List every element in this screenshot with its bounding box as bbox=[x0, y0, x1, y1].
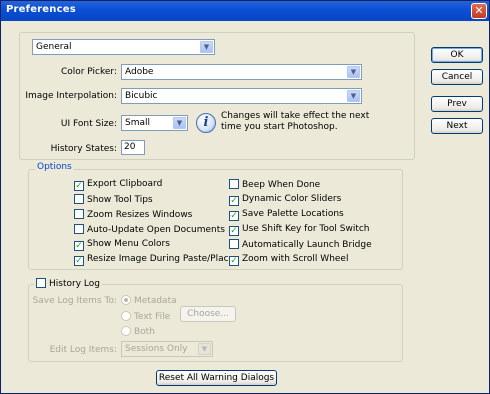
option-auto-update-open-documents[interactable]: Auto-Update Open Documents bbox=[74, 224, 225, 236]
option-label: Resize Image During Paste/Place bbox=[87, 254, 235, 264]
option-label: Automatically Launch Bridge bbox=[242, 240, 372, 250]
option-label: Use Shift Key for Tool Switch bbox=[242, 224, 370, 234]
option-label: Show Menu Colors bbox=[87, 239, 170, 249]
radio-label: Text File bbox=[134, 312, 171, 322]
checkbox[interactable] bbox=[74, 209, 84, 219]
checkmark-icon: ✓ bbox=[230, 226, 238, 236]
image-interpolation-value: Bicubic bbox=[125, 91, 158, 101]
ui-font-size-label: UI Font Size: bbox=[60, 119, 117, 129]
radio-metadata[interactable]: Metadata bbox=[121, 295, 177, 307]
checkmark-icon: ✓ bbox=[75, 181, 83, 191]
section-dropdown[interactable]: General ▼ bbox=[32, 39, 215, 55]
option-zoom-with-scroll-wheel[interactable]: ✓ Zoom with Scroll Wheel bbox=[229, 254, 348, 266]
checkmark-icon: ✓ bbox=[75, 256, 83, 266]
prev-button[interactable]: Prev bbox=[431, 96, 483, 112]
edit-log-items-value: Sessions Only bbox=[125, 344, 188, 354]
option-zoom-resizes-windows[interactable]: Zoom Resizes Windows bbox=[74, 209, 192, 221]
chevron-down-icon[interactable]: ▼ bbox=[200, 41, 213, 53]
checkbox[interactable] bbox=[229, 179, 239, 189]
save-log-items-label: Save Log Items To: bbox=[32, 296, 117, 306]
image-interpolation-dropdown[interactable]: Bicubic ▼ bbox=[121, 88, 362, 104]
option-show-menu-colors[interactable]: ✓ Show Menu Colors bbox=[74, 239, 170, 251]
choose-button[interactable]: Choose... bbox=[180, 306, 236, 322]
checkmark-icon: ✓ bbox=[75, 241, 83, 251]
option-label: Show Tool Tips bbox=[87, 195, 153, 205]
checkmark-icon: ✓ bbox=[230, 256, 238, 266]
chevron-down-icon[interactable]: ▼ bbox=[198, 343, 211, 355]
option-use-shift-key-tool-switch[interactable]: ✓ Use Shift Key for Tool Switch bbox=[229, 224, 370, 236]
checkbox[interactable] bbox=[229, 239, 239, 249]
chevron-down-icon[interactable]: ▼ bbox=[347, 66, 360, 78]
checkbox[interactable]: ✓ bbox=[74, 181, 84, 191]
option-label: Save Palette Locations bbox=[242, 209, 344, 219]
radio-button[interactable] bbox=[121, 326, 131, 336]
ui-font-size-value: Small bbox=[125, 118, 150, 128]
radio-label: Both bbox=[134, 327, 155, 337]
option-label: Auto-Update Open Documents bbox=[87, 225, 225, 235]
image-interpolation-label: Image Interpolation: bbox=[25, 91, 117, 101]
checkmark-icon: ✓ bbox=[230, 196, 238, 206]
option-label: Dynamic Color Sliders bbox=[242, 194, 342, 204]
font-size-note: Changes will take effect the next time y… bbox=[221, 111, 369, 133]
ok-button[interactable]: OK bbox=[431, 47, 483, 63]
history-states-label: History States: bbox=[50, 144, 117, 154]
info-icon: i bbox=[196, 113, 216, 133]
history-log-toggle[interactable]: History Log bbox=[34, 278, 102, 290]
title-bar[interactable]: Preferences ✕ bbox=[1, 1, 489, 21]
checkbox[interactable]: ✓ bbox=[229, 256, 239, 266]
radio-button[interactable] bbox=[121, 311, 131, 321]
radio-label: Metadata bbox=[134, 296, 177, 306]
chevron-down-icon[interactable]: ▼ bbox=[347, 90, 360, 102]
font-size-note-line1: Changes will take effect the next bbox=[221, 111, 370, 121]
radio-button[interactable] bbox=[121, 295, 131, 305]
checkbox[interactable]: ✓ bbox=[229, 196, 239, 206]
option-export-clipboard[interactable]: ✓ Export Clipboard bbox=[74, 179, 162, 191]
edit-log-items-label: Edit Log Items: bbox=[49, 345, 117, 355]
options-legend: Options bbox=[35, 162, 74, 172]
history-log-label: History Log bbox=[49, 279, 100, 289]
cancel-button[interactable]: Cancel bbox=[431, 69, 483, 85]
option-dynamic-color-sliders[interactable]: ✓ Dynamic Color Sliders bbox=[229, 194, 341, 206]
option-beep-when-done[interactable]: Beep When Done bbox=[229, 179, 320, 191]
color-picker-label: Color Picker: bbox=[60, 67, 117, 77]
checkbox[interactable]: ✓ bbox=[74, 256, 84, 266]
checkbox[interactable] bbox=[36, 278, 46, 288]
reset-warning-dialogs-button[interactable]: Reset All Warning Dialogs bbox=[156, 370, 277, 386]
preferences-window: Preferences ✕ General ▼ Color Picker: Ad… bbox=[0, 0, 490, 394]
option-label: Export Clipboard bbox=[87, 179, 163, 189]
option-label: Zoom with Scroll Wheel bbox=[242, 254, 349, 264]
checkbox[interactable]: ✓ bbox=[229, 226, 239, 236]
option-label: Zoom Resizes Windows bbox=[87, 210, 193, 220]
checkmark-icon: ✓ bbox=[230, 211, 238, 221]
option-automatically-launch-bridge[interactable]: Automatically Launch Bridge bbox=[229, 239, 372, 251]
chevron-down-icon[interactable]: ▼ bbox=[173, 117, 186, 129]
color-picker-value: Adobe bbox=[125, 67, 154, 77]
radio-both[interactable]: Both bbox=[121, 326, 155, 338]
history-states-input[interactable]: 20 bbox=[121, 140, 145, 155]
close-button[interactable]: ✕ bbox=[471, 3, 487, 19]
close-icon: ✕ bbox=[474, 4, 484, 17]
checkbox[interactable]: ✓ bbox=[74, 241, 84, 251]
option-resize-image-during-paste[interactable]: ✓ Resize Image During Paste/Place bbox=[74, 254, 234, 266]
checkbox[interactable] bbox=[74, 194, 84, 204]
window-title: Preferences bbox=[6, 4, 76, 15]
option-show-tool-tips[interactable]: Show Tool Tips bbox=[74, 194, 153, 206]
ui-font-size-dropdown[interactable]: Small ▼ bbox=[121, 115, 188, 131]
option-label: Beep When Done bbox=[242, 180, 321, 190]
edit-log-items-dropdown[interactable]: Sessions Only ▼ bbox=[121, 341, 213, 357]
font-size-note-line2: time you start Photoshop. bbox=[221, 122, 338, 132]
next-button[interactable]: Next bbox=[431, 118, 483, 134]
radio-text-file[interactable]: Text File bbox=[121, 311, 170, 323]
checkbox[interactable]: ✓ bbox=[229, 211, 239, 221]
section-dropdown-value: General bbox=[36, 42, 72, 52]
option-save-palette-locations[interactable]: ✓ Save Palette Locations bbox=[229, 209, 344, 221]
checkbox[interactable] bbox=[74, 224, 84, 234]
color-picker-dropdown[interactable]: Adobe ▼ bbox=[121, 64, 362, 80]
